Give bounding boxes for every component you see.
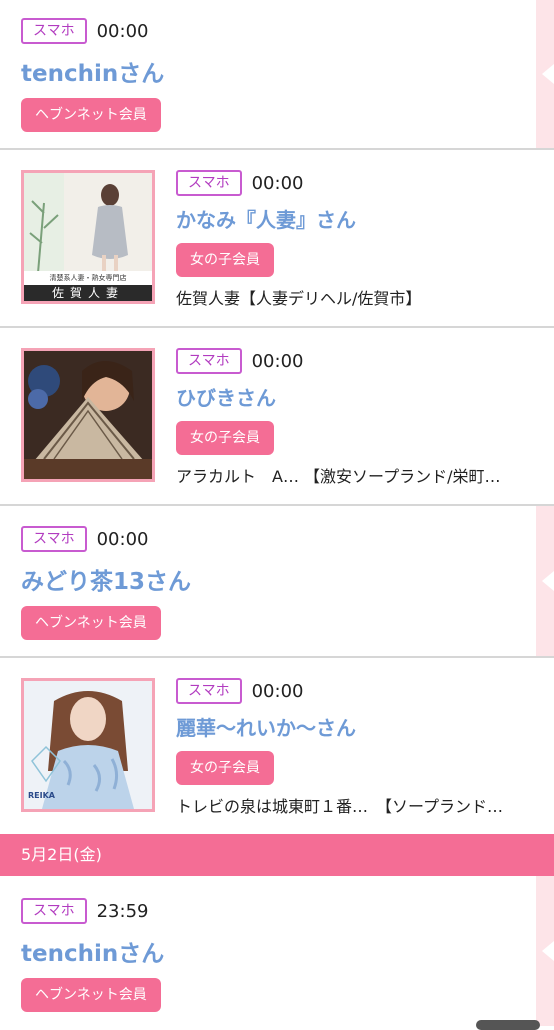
post-time: 00:00 bbox=[251, 680, 304, 702]
user-name-link[interactable]: 麗華〜れいか〜さん bbox=[176, 712, 528, 741]
list-item[interactable]: スマホ 23:59 tenchinさん ヘブンネット会員 bbox=[0, 876, 554, 1026]
side-strip bbox=[536, 506, 554, 656]
profile-thumbnail[interactable]: 清楚系人妻・熟女専門店 佐賀人妻 bbox=[21, 170, 155, 304]
shop-name-link[interactable]: アラカルト A… 【激安ソープランド/栄町… bbox=[176, 463, 528, 487]
user-name-link[interactable]: かなみ『人妻』さん bbox=[176, 204, 528, 233]
user-name-link[interactable]: みどり茶13さん bbox=[21, 562, 191, 596]
member-type-badge: ヘブンネット会員 bbox=[21, 978, 161, 1012]
profile-photo-image bbox=[24, 681, 152, 809]
user-name-link[interactable]: tenchinさん bbox=[21, 54, 164, 88]
user-name-link[interactable]: ひびきさん bbox=[176, 382, 528, 411]
post-time: 23:59 bbox=[96, 900, 149, 922]
list-item[interactable]: スマホ 00:00 ひびきさん 女の子会員 アラカルト A… 【激安ソープランド… bbox=[0, 328, 554, 506]
device-badge: スマホ bbox=[21, 526, 87, 552]
arrow-notch-icon bbox=[542, 571, 554, 591]
thumbnail-logo: REIKA bbox=[28, 791, 55, 800]
device-badge: スマホ bbox=[21, 18, 87, 44]
arrow-notch-icon bbox=[542, 64, 554, 84]
post-time: 00:00 bbox=[251, 350, 304, 372]
thumbnail-caption: 清楚系人妻・熟女専門店 bbox=[49, 274, 127, 282]
shop-name-link[interactable]: トレビの泉は城東町１番… 【ソープランド… bbox=[176, 793, 528, 817]
member-type-badge: 女の子会員 bbox=[176, 751, 274, 785]
device-badge: スマホ bbox=[21, 898, 87, 924]
profile-thumbnail[interactable]: REIKA bbox=[21, 678, 155, 812]
side-strip bbox=[536, 876, 554, 1026]
side-strip bbox=[536, 0, 554, 148]
user-name-link[interactable]: tenchinさん bbox=[21, 934, 164, 968]
scroll-indicator[interactable] bbox=[476, 1020, 540, 1030]
device-badge: スマホ bbox=[176, 348, 242, 374]
member-type-badge: 女の子会員 bbox=[176, 243, 274, 277]
device-badge: スマホ bbox=[176, 170, 242, 196]
member-type-badge: ヘブンネット会員 bbox=[21, 98, 161, 132]
member-type-badge: 女の子会員 bbox=[176, 421, 274, 455]
member-type-badge: ヘブンネット会員 bbox=[21, 606, 161, 640]
post-time: 00:00 bbox=[96, 20, 149, 42]
thumbnail-logo: 佐賀人妻 bbox=[51, 286, 124, 300]
shop-name-link[interactable]: 佐賀人妻【人妻デリヘル/佐賀市】 bbox=[176, 285, 528, 309]
post-time: 00:00 bbox=[96, 528, 149, 550]
list-item[interactable]: 清楚系人妻・熟女専門店 佐賀人妻 スマホ 00:00 かなみ『人妻』さん 女の子… bbox=[0, 150, 554, 328]
device-badge: スマホ bbox=[176, 678, 242, 704]
list-item[interactable]: スマホ 00:00 みどり茶13さん ヘブンネット会員 bbox=[0, 506, 554, 658]
profile-photo-image bbox=[24, 351, 152, 479]
date-header: 5月2日(金) bbox=[0, 834, 554, 876]
post-time: 00:00 bbox=[251, 172, 304, 194]
arrow-notch-icon bbox=[542, 941, 554, 961]
profile-thumbnail[interactable] bbox=[21, 348, 155, 482]
message-feed: スマホ 00:00 tenchinさん ヘブンネット会員 清楚系人妻・熟女専門店 bbox=[0, 0, 554, 1026]
list-item[interactable]: スマホ 00:00 tenchinさん ヘブンネット会員 bbox=[0, 0, 554, 150]
list-item[interactable]: REIKA スマホ 00:00 麗華〜れいか〜さん 女の子会員 トレビの泉は城東… bbox=[0, 658, 554, 834]
